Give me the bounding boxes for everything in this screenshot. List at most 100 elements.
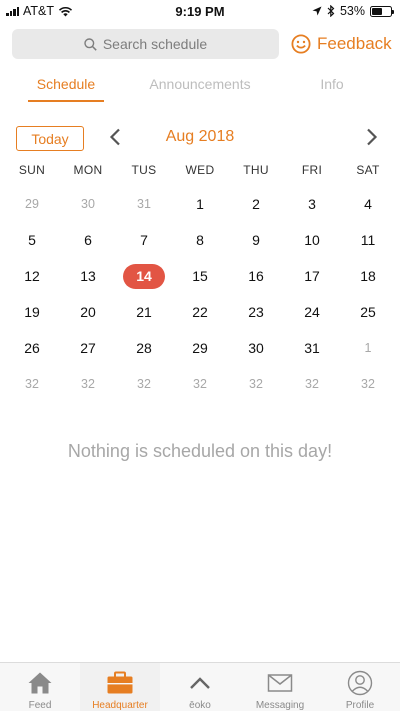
weekday-label: SAT	[356, 163, 380, 177]
calendar-day-label: 17	[304, 268, 320, 284]
weekday-header: SUN MON TUS WED THU FRI SAT	[4, 163, 396, 181]
calendar-day[interactable]: 1	[172, 186, 228, 222]
calendar-day-label: 11	[360, 232, 376, 248]
weekday-label: TUS	[131, 163, 157, 177]
tabbar-label: Messaging	[255, 700, 305, 711]
calendar-day[interactable]: 32	[172, 366, 228, 402]
bottom-tab-bar: Feed Headquarter ēoko Messaging Profile	[0, 662, 400, 711]
calendar-day[interactable]: 15	[172, 258, 228, 294]
today-button[interactable]: Today	[16, 126, 84, 151]
calendar-day[interactable]: 32	[4, 366, 60, 402]
tabbar-item-profile[interactable]: Profile	[320, 663, 400, 711]
calendar-day[interactable]: 2	[228, 186, 284, 222]
calendar-day-label: 13	[80, 268, 96, 284]
calendar-day[interactable]: 3	[284, 186, 340, 222]
calendar-day[interactable]: 25	[340, 294, 396, 330]
chevron-left-icon	[109, 128, 120, 146]
tabbar-label: Headquarter	[92, 700, 148, 711]
weekday-label: SUN	[18, 163, 46, 177]
calendar-day-label: 26	[24, 340, 40, 356]
calendar-day-label: 6	[84, 232, 92, 248]
feedback-button[interactable]: Feedback	[291, 32, 392, 56]
calendar-day[interactable]: 8	[172, 222, 228, 258]
calendar-day[interactable]: 30	[60, 186, 116, 222]
calendar-day[interactable]: 26	[4, 330, 60, 366]
tab-schedule[interactable]: Schedule	[20, 76, 112, 92]
calendar-day[interactable]: 11	[340, 222, 396, 258]
user-icon	[347, 668, 373, 698]
calendar-day[interactable]: 10	[284, 222, 340, 258]
calendar-day[interactable]: 24	[284, 294, 340, 330]
calendar-day[interactable]: 13	[60, 258, 116, 294]
calendar-day-label: 25	[360, 304, 376, 320]
calendar-day[interactable]: 30	[228, 330, 284, 366]
chevron-up-icon	[189, 668, 211, 698]
calendar-day-label: 31	[304, 340, 320, 356]
weekday-label: THU	[243, 163, 269, 177]
tabbar-item-messaging[interactable]: Messaging	[240, 663, 320, 711]
calendar-day[interactable]: 17	[284, 258, 340, 294]
calendar-day-label: 20	[80, 304, 96, 320]
calendar-day-label: 32	[137, 377, 151, 391]
briefcase-icon	[106, 668, 134, 698]
tabbar-item-eoko[interactable]: ēoko	[160, 663, 240, 711]
location-arrow-icon	[312, 6, 322, 16]
calendar-day-label: 32	[81, 377, 95, 391]
calendar-day-label: 29	[25, 197, 39, 211]
previous-month-button[interactable]	[105, 126, 125, 148]
search-input[interactable]: Search schedule	[12, 29, 279, 59]
calendar-grid: 29 30 31 1 2 3 4 5 6 7 8 9 10 11 12 13 14 15 16 17 18 19 20 21 2…	[4, 186, 396, 402]
calendar-day-label: 18	[360, 268, 376, 284]
home-icon	[27, 668, 53, 698]
calendar-day[interactable]: 12	[4, 258, 60, 294]
calendar-day[interactable]: 29	[4, 186, 60, 222]
calendar-day-label: 15	[192, 268, 208, 284]
tabbar-item-headquarter[interactable]: Headquarter	[80, 663, 160, 711]
tab-announcements[interactable]: Announcements	[138, 76, 262, 92]
calendar-day[interactable]: 9	[228, 222, 284, 258]
calendar-day[interactable]: 28	[116, 330, 172, 366]
calendar-day[interactable]: 5	[4, 222, 60, 258]
calendar-day[interactable]: 32	[228, 366, 284, 402]
calendar-day[interactable]: 31	[116, 186, 172, 222]
calendar-day[interactable]: 27	[60, 330, 116, 366]
calendar-day-label: 32	[193, 377, 207, 391]
calendar-day[interactable]: 21	[116, 294, 172, 330]
calendar-day[interactable]: 19	[4, 294, 60, 330]
calendar-day[interactable]: 20	[60, 294, 116, 330]
calendar-day[interactable]: 32	[284, 366, 340, 402]
tab-info[interactable]: Info	[300, 76, 364, 92]
calendar-day[interactable]: 6	[60, 222, 116, 258]
calendar-day-label: 22	[192, 304, 208, 320]
calendar-day[interactable]: 29	[172, 330, 228, 366]
calendar-day[interactable]: 18	[340, 258, 396, 294]
calendar-day[interactable]: 4	[340, 186, 396, 222]
tabbar-label: ēoko	[189, 700, 211, 711]
calendar-day-label: 32	[25, 377, 39, 391]
status-bar: AT&T 9:19 PM 53%	[0, 0, 400, 22]
calendar-day[interactable]: 32	[340, 366, 396, 402]
calendar-day-label: 4	[364, 196, 372, 212]
calendar-day-label: 29	[192, 340, 208, 356]
tabbar-label: Profile	[345, 700, 375, 711]
next-month-button[interactable]	[362, 126, 382, 148]
calendar-day[interactable]: 16	[228, 258, 284, 294]
calendar-day[interactable]: 31	[284, 330, 340, 366]
calendar-day[interactable]: 22	[172, 294, 228, 330]
calendar-day[interactable]: 1	[340, 330, 396, 366]
calendar-day[interactable]: 32	[116, 366, 172, 402]
tabbar-item-feed[interactable]: Feed	[0, 663, 80, 711]
smiley-icon	[291, 34, 311, 54]
calendar-day-label: 32	[249, 377, 263, 391]
calendar-day-label: 32	[305, 377, 319, 391]
calendar-day-label: 10	[304, 232, 320, 248]
calendar-day[interactable]: 7	[116, 222, 172, 258]
calendar-day[interactable]: 23	[228, 294, 284, 330]
battery-icon	[370, 5, 394, 17]
calendar-day[interactable]: 32	[60, 366, 116, 402]
calendar-day-label: 5	[28, 232, 36, 248]
calendar-day-label: 12	[24, 268, 40, 284]
calendar-day-label: 1	[196, 196, 204, 212]
calendar-day-selected[interactable]: 14	[116, 258, 172, 294]
feedback-label: Feedback	[317, 34, 392, 53]
